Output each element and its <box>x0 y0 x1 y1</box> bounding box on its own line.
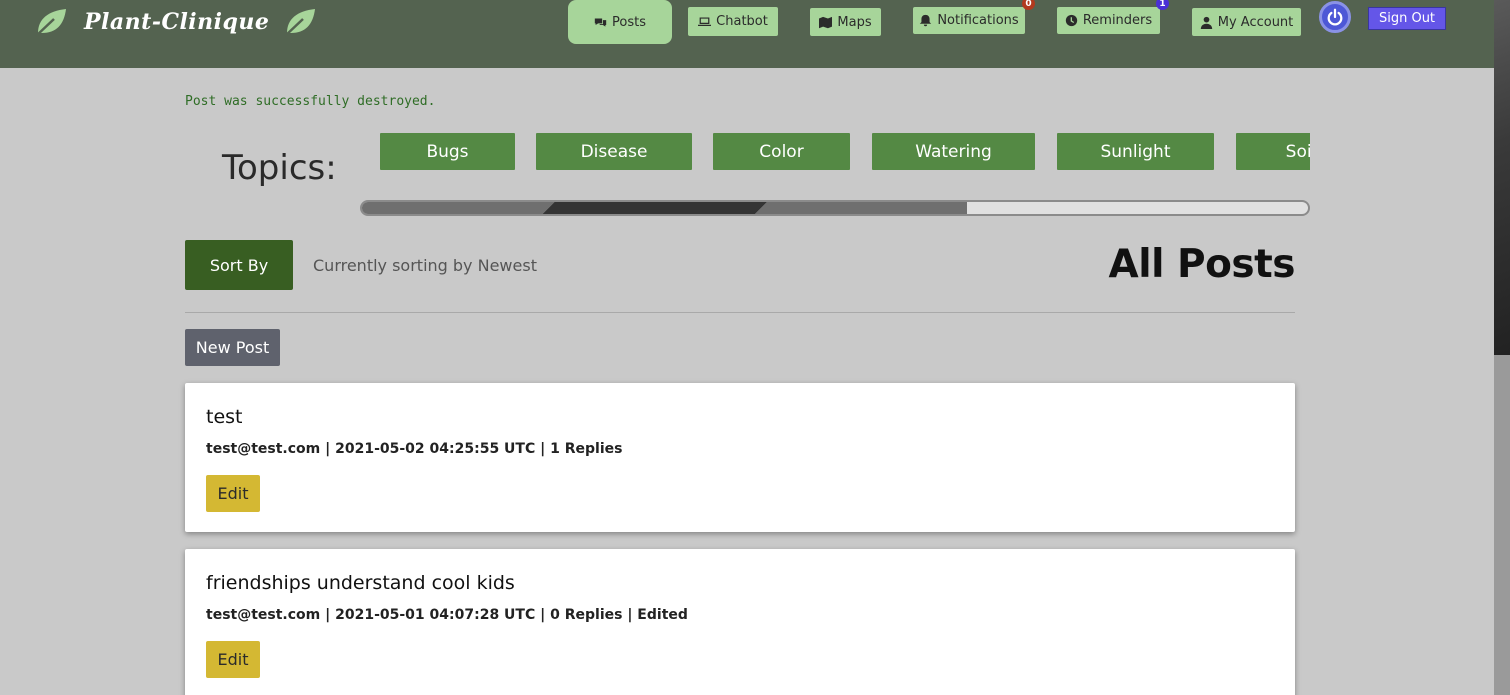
topics-carousel: Bugs Disease Color Watering Sunlight Soi… <box>360 130 1310 178</box>
top-navbar: Plant-Clinique Posts Chatbot Maps Notifi… <box>0 0 1494 68</box>
topic-bugs[interactable]: Bugs <box>380 133 515 170</box>
comments-icon <box>594 17 607 27</box>
topic-color[interactable]: Color <box>713 133 850 170</box>
nav-reminders[interactable]: Reminders <box>1057 7 1160 34</box>
flash-message: Post was successfully destroyed. <box>185 94 436 109</box>
nav-reminders-label: Reminders <box>1082 13 1153 28</box>
nav-maps[interactable]: Maps <box>810 8 881 36</box>
sort-status: Currently sorting by Newest <box>313 256 537 275</box>
nav-chatbot-label: Chatbot <box>716 14 768 29</box>
leaf-icon <box>35 9 66 37</box>
reminders-count-badge: 1 <box>1156 0 1169 10</box>
topic-sunlight[interactable]: Sunlight <box>1057 133 1214 170</box>
bell-icon <box>920 14 932 27</box>
sign-out-button[interactable]: Sign Out <box>1368 7 1446 30</box>
nav-notifications-label: Notifications <box>937 13 1019 28</box>
post-title[interactable]: test <box>206 406 243 428</box>
brand-logo[interactable]: Plant-Clinique <box>34 4 317 40</box>
user-icon <box>1200 16 1212 29</box>
post-meta: test@test.com | 2021-05-02 04:25:55 UTC … <box>206 441 623 457</box>
topic-watering[interactable]: Watering <box>872 133 1035 170</box>
post-card[interactable]: friendships understand cool kids test@te… <box>185 549 1295 695</box>
power-icon <box>1327 8 1343 26</box>
clock-icon <box>1065 14 1078 27</box>
topic-soil[interactable]: Soil <box>1236 133 1310 170</box>
nav-posts[interactable]: Posts <box>568 0 672 44</box>
power-button[interactable] <box>1319 1 1351 33</box>
page-scrollbar-thumb[interactable] <box>1494 0 1510 355</box>
edit-button[interactable]: Edit <box>206 475 260 512</box>
map-icon <box>819 16 833 28</box>
laptop-icon <box>698 17 712 26</box>
post-title[interactable]: friendships understand cool kids <box>206 572 515 594</box>
nav-notifications[interactable]: Notifications <box>913 7 1025 34</box>
topics-scroll-progress[interactable] <box>362 202 968 214</box>
brand-name: Plant-Clinique <box>84 9 270 35</box>
nav-my-account[interactable]: My Account <box>1192 8 1301 36</box>
nav-chatbot[interactable]: Chatbot <box>688 7 778 36</box>
divider <box>185 312 1295 313</box>
nav-maps-label: Maps <box>837 14 872 30</box>
post-card[interactable]: test test@test.com | 2021-05-02 04:25:55… <box>185 383 1295 532</box>
nav-posts-label: Posts <box>612 14 646 30</box>
nav-my-account-label: My Account <box>1217 14 1294 30</box>
sort-by-button[interactable]: Sort By <box>185 240 293 290</box>
topics-label: Topics: <box>222 148 337 188</box>
page-title: All Posts <box>1108 242 1296 287</box>
leaf-icon <box>284 9 316 37</box>
post-meta: test@test.com | 2021-05-01 04:07:28 UTC … <box>206 607 688 623</box>
new-post-button[interactable]: New Post <box>185 329 280 366</box>
topic-disease[interactable]: Disease <box>536 133 692 170</box>
edit-button[interactable]: Edit <box>206 641 260 678</box>
notifications-count-badge: 0 <box>1022 0 1035 10</box>
topics-scrollbar[interactable] <box>360 200 1310 216</box>
